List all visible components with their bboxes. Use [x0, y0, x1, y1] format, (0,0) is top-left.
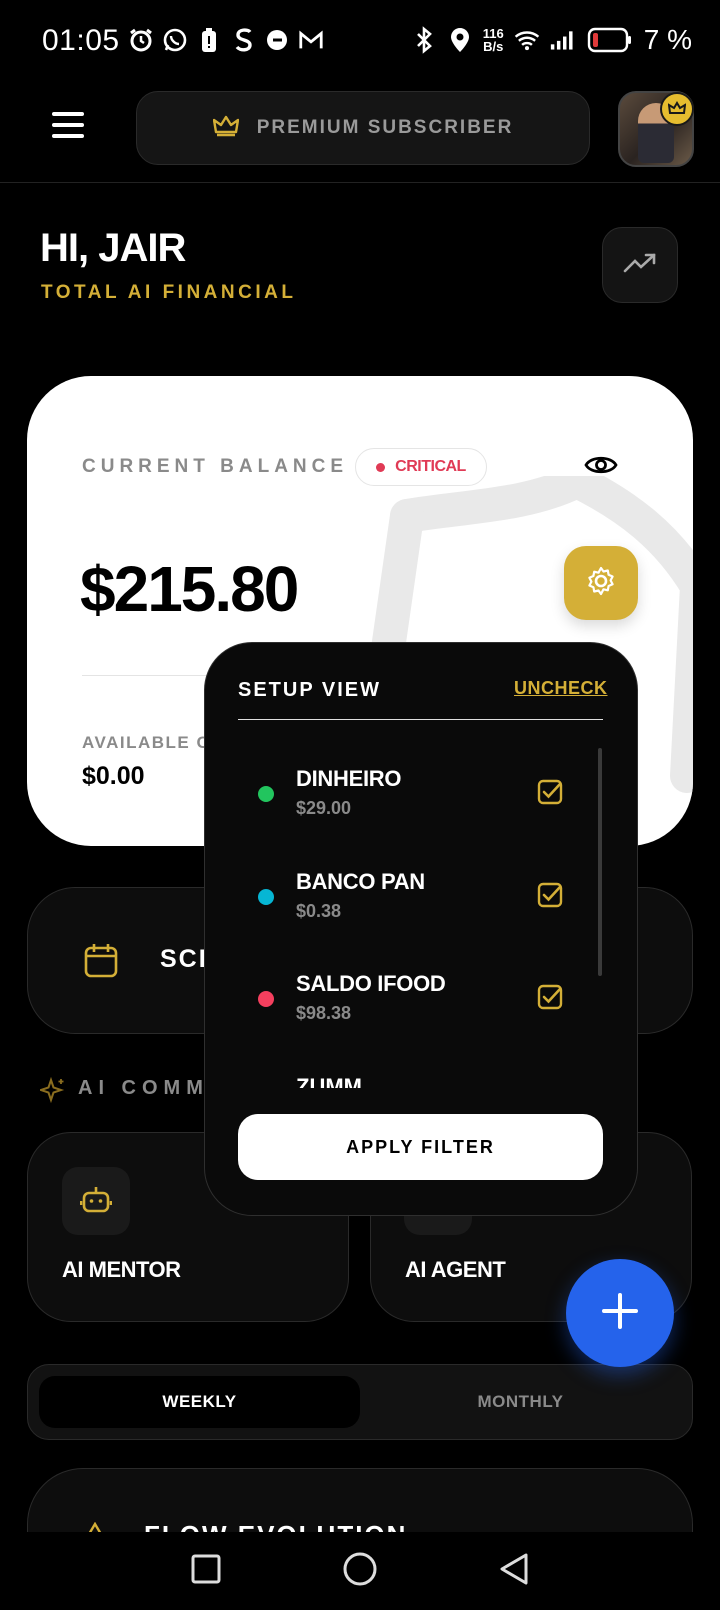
checkbox-checked-icon[interactable] — [536, 778, 564, 806]
status-badge: CRITICAL — [355, 448, 487, 486]
battery-icon — [586, 26, 634, 54]
notification-icons — [128, 26, 324, 54]
menu-icon-bar — [52, 134, 84, 138]
premium-subscriber-badge[interactable]: PREMIUM SUBSCRIBER — [136, 91, 590, 165]
eye-icon — [584, 453, 618, 482]
recents-icon[interactable] — [190, 1553, 222, 1590]
crown-icon — [212, 115, 239, 142]
greeting-title: HI, JAIR — [40, 226, 186, 270]
available-credit-value: $0.00 — [82, 762, 145, 790]
setup-view-title: SETUP VIEW — [238, 679, 381, 701]
greeting-subtitle: TOTAL AI FINANCIAL — [41, 282, 297, 303]
calendar-icon — [84, 942, 118, 983]
account-color-dot — [258, 991, 274, 1007]
system-nav-bar — [0, 1532, 720, 1610]
account-color-dot — [258, 889, 274, 905]
battery-percent: 7 % — [643, 24, 692, 55]
net-speed: 116 B/s — [483, 27, 504, 53]
account-name: BANCO PAN — [296, 869, 425, 894]
trending-up-icon — [623, 252, 657, 279]
monthly-tab[interactable]: MONTHLY — [360, 1376, 681, 1428]
system-icons: 116 B/s 7 % — [411, 24, 692, 56]
gmail-icon — [298, 26, 324, 54]
critical-dot — [376, 462, 386, 472]
s-app-icon — [230, 26, 256, 54]
account-name: SALDO IFOOD — [296, 971, 446, 996]
current-balance-label: CURRENT BALANCE — [82, 456, 349, 477]
status-time: 01:05 — [42, 24, 120, 57]
setup-view-button[interactable] — [564, 546, 638, 620]
account-value: $98.38 — [296, 1003, 352, 1023]
home-icon[interactable] — [342, 1551, 378, 1592]
header-divider — [0, 182, 720, 183]
account-item[interactable]: SALDO IFOOD $98.38 — [258, 967, 578, 1047]
premium-crown-badge — [660, 92, 694, 126]
weekly-tab[interactable]: WEEKLY — [39, 1376, 360, 1428]
gear-icon — [585, 565, 617, 602]
account-item[interactable]: BANCO PAN $0.38 — [258, 865, 578, 945]
trending-button[interactable] — [602, 227, 678, 303]
sparkle-icon — [37, 1076, 66, 1108]
menu-icon-bar — [52, 112, 84, 116]
balance-amount: $215.80 — [80, 553, 299, 625]
robot-icon-box — [62, 1167, 130, 1235]
toggle-visibility-button[interactable] — [580, 450, 622, 484]
checkbox-checked-icon[interactable] — [536, 881, 564, 909]
account-value: $29.00 — [296, 798, 352, 818]
signal-icon — [550, 26, 576, 54]
popup-scrollbar[interactable] — [598, 748, 602, 976]
plus-icon — [600, 1291, 640, 1336]
back-icon[interactable] — [498, 1552, 530, 1591]
status-badge-text: CRITICAL — [395, 458, 466, 475]
account-name: DINHEIRO — [296, 766, 402, 791]
status-bar: 01:05 116 B/s 7 % — [0, 0, 720, 80]
location-icon — [447, 26, 473, 54]
premium-label: PREMIUM SUBSCRIBER — [256, 117, 514, 138]
popup-divider — [238, 719, 603, 720]
apply-filter-button[interactable]: APPLY FILTER — [238, 1114, 603, 1180]
account-item[interactable]: DINHEIRO $29.00 — [258, 762, 578, 842]
net-speed-unit: B/s — [483, 39, 504, 54]
wifi-icon — [514, 26, 540, 54]
alarm-icon — [128, 26, 154, 54]
ai-agent-label: AI AGENT — [405, 1257, 506, 1282]
balance-divider — [82, 675, 222, 676]
menu-icon-bar — [52, 123, 84, 127]
ai-mentor-label: AI MENTOR — [62, 1257, 181, 1282]
menu-button[interactable] — [52, 112, 84, 138]
chat-app-icon — [264, 26, 290, 54]
available-credit-label: AVAILABLE CREDIT — [82, 733, 208, 752]
bluetooth-icon — [411, 26, 437, 54]
robot-icon — [79, 1184, 113, 1219]
account-color-dot — [258, 786, 274, 802]
account-value: $0.38 — [296, 901, 342, 921]
whatsapp-icon — [162, 26, 188, 54]
account-name-partial: ZUMM — [296, 1074, 362, 1088]
battery-saver-icon — [196, 26, 222, 54]
uncheck-all-link[interactable]: UNCHECK — [514, 678, 608, 699]
checkbox-checked-icon[interactable] — [536, 983, 564, 1011]
add-button[interactable] — [566, 1259, 674, 1367]
